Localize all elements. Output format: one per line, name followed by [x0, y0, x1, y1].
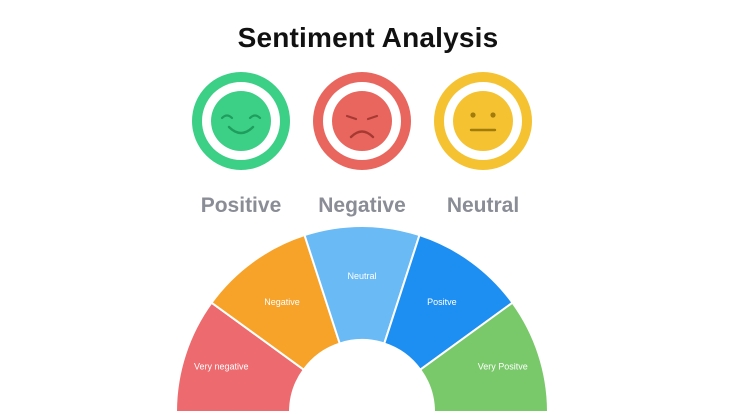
positive-segment-label: Positve — [427, 297, 457, 307]
negative-segment-label: Negative — [264, 297, 300, 307]
neutral-segment-label: Neutral — [347, 271, 376, 281]
very-negative-segment-label: Very negative — [194, 361, 249, 371]
sentiment-gauge: Very negative Negative Neutral Positve Very … — [174, 225, 550, 413]
very-positive-segment-label: Very Positve — [478, 361, 528, 371]
